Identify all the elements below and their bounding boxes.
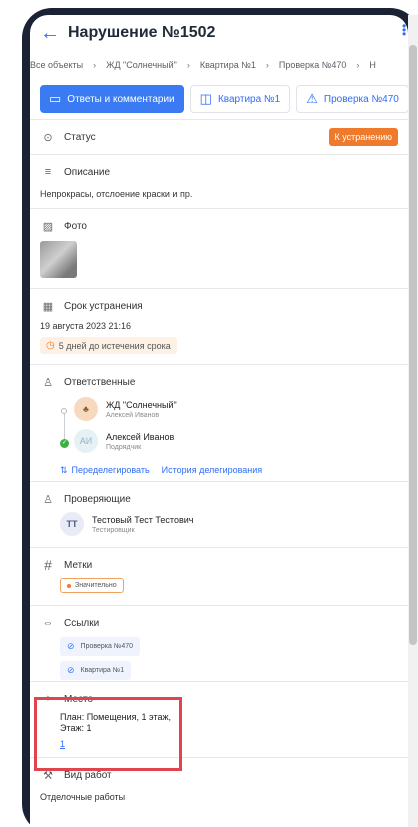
delegation-history-link[interactable]: История делегирования: [162, 465, 263, 476]
chevron-right-icon: ›: [186, 60, 190, 70]
check-circle-icon: ⊙: [43, 131, 53, 144]
deadline-date: 19 августа 2023 21:16: [40, 321, 132, 331]
work-type-label: Вид работ: [64, 769, 112, 781]
image-icon: ▨: [42, 220, 54, 233]
inspector-item[interactable]: ТТ Тестовый Тест Тестович Тестировщик: [40, 512, 398, 536]
top-bar: ← Нарушение №1502: [30, 15, 408, 51]
link-chip[interactable]: ⊘ Проверка №470: [60, 637, 141, 656]
clock-icon: ◷: [46, 340, 55, 351]
back-arrow-icon[interactable]: ←: [40, 22, 62, 45]
link-icon: ⇔: [42, 617, 54, 629]
inspector-name: Тестовый Тест Тестович: [92, 514, 194, 525]
delegation-actions: ⇅ Переделегировать История делегирования: [40, 465, 398, 476]
chevron-right-icon: ›: [265, 60, 269, 70]
apartment-icon: ◫: [199, 91, 212, 106]
description-section: ≡ Описание Непрокрасы, отслоение краски …: [30, 154, 408, 208]
links-label: Ссылки: [64, 617, 100, 629]
tab-label: Проверка №470: [323, 93, 399, 105]
tab-comments[interactable]: ▭ Ответы и комментарии: [40, 85, 184, 113]
responsible-role: Подрядчик: [106, 443, 142, 451]
list-icon: ≡: [44, 166, 52, 178]
action-tabs: ▭ Ответы и комментарии ◫ Квартира №1 ⚠ П…: [30, 79, 408, 119]
description-label: Описание: [64, 166, 111, 178]
inspector-icon: ♙: [43, 493, 53, 506]
breadcrumb-item[interactable]: ЖД "Солнечный": [106, 60, 177, 70]
page-title: Нарушение №1502: [68, 24, 216, 41]
work-type-value: Отделочные работы: [40, 792, 126, 802]
tag-dot: [67, 583, 71, 588]
responsible-section: ♙ Ответственные ✓ ♣ ЖД "Солнечный" Алекс…: [30, 364, 408, 481]
inspection-icon: ⚠: [306, 91, 318, 106]
tags-section: # Метки Значительно: [30, 547, 408, 605]
highlight-frame: [34, 697, 182, 771]
tab-label: Ответы и комментарии: [67, 93, 175, 105]
photo-thumbnail[interactable]: [40, 241, 77, 278]
avatar: ♣: [74, 397, 98, 421]
breadcrumb-item[interactable]: Все объекты: [30, 60, 83, 70]
inspectors-label: Проверяющие: [64, 493, 131, 505]
tags-label: Метки: [64, 559, 93, 571]
link-label: Квартира №1: [80, 667, 125, 674]
tab-inspection[interactable]: ⚠ Проверка №470: [296, 85, 408, 113]
status-label: Статус: [64, 131, 96, 143]
more-menu-icon[interactable]: • • •: [402, 20, 406, 40]
responsible-item[interactable]: ♣ ЖД "Солнечный" Алексей Иванов: [60, 397, 398, 421]
redelegate-link[interactable]: ⇅ Переделегировать: [60, 465, 150, 476]
comment-icon: ▭: [49, 91, 62, 106]
tab-apartment[interactable]: ◫ Квартира №1: [189, 85, 291, 113]
link-icon: ⊘: [67, 665, 75, 675]
responsible-role: Алексей Иванов: [106, 411, 160, 419]
responsible-item[interactable]: АИ Алексей Иванов Подрядчик: [60, 429, 398, 453]
tag-label: Значительно: [75, 582, 117, 589]
link-icon: ⊘: [67, 641, 75, 651]
photo-label: Фото: [64, 220, 87, 232]
photo-section: ▨ Фото: [30, 208, 408, 288]
breadcrumb-item[interactable]: Н: [369, 60, 376, 70]
avatar: ТТ: [60, 512, 84, 536]
deadline-remaining: 5 дней до истечения срока: [58, 340, 171, 351]
breadcrumb-item[interactable]: Квартира №1: [200, 60, 256, 70]
redelegate-icon: ⇅: [60, 465, 68, 475]
deadline-remaining-badge: ◷ 5 дней до истечения срока: [40, 337, 177, 354]
inspectors-section: ♙ Проверяющие ТТ Тестовый Тест Тестович …: [30, 481, 408, 547]
scrollbar-thumb[interactable]: [409, 45, 417, 645]
inspector-role: Тестировщик: [92, 526, 135, 534]
link-chip[interactable]: ⊘ Квартира №1: [60, 661, 132, 680]
breadcrumb: Все объекты › ЖД "Солнечный" › Квартира …: [30, 51, 408, 79]
responsible-name: ЖД "Солнечный": [106, 399, 177, 410]
redelegate-label: Переделегировать: [71, 465, 150, 475]
link-label: Проверка №470: [80, 643, 134, 650]
responsible-label: Ответственные: [64, 376, 136, 388]
status-section: ⊙ Статус К устранению: [30, 119, 408, 154]
person-icon: ♙: [43, 376, 53, 389]
links-section: ⇔ Ссылки ⊘ Проверка №470 ⊘ Квартира №1: [30, 605, 408, 681]
scrollbar[interactable]: [408, 15, 418, 827]
chevron-right-icon: ›: [93, 60, 97, 70]
responsible-name: Алексей Иванов: [106, 431, 175, 442]
deadline-label: Срок устранения: [64, 300, 143, 312]
status-badge[interactable]: К устранению: [328, 128, 398, 146]
calendar-icon: ▦: [42, 300, 54, 313]
tag-chip[interactable]: Значительно: [60, 578, 124, 593]
description-text: Непрокрасы, отслоение краски и пр.: [40, 189, 193, 199]
chevron-right-icon: ›: [356, 60, 360, 70]
tab-label: Квартира №1: [217, 93, 281, 105]
deadline-section: ▦ Срок устранения 19 августа 2023 21:16 …: [30, 288, 408, 364]
avatar: АИ: [74, 429, 98, 453]
breadcrumb-item[interactable]: Проверка №470: [279, 60, 346, 70]
hashtag-icon: #: [44, 557, 52, 573]
